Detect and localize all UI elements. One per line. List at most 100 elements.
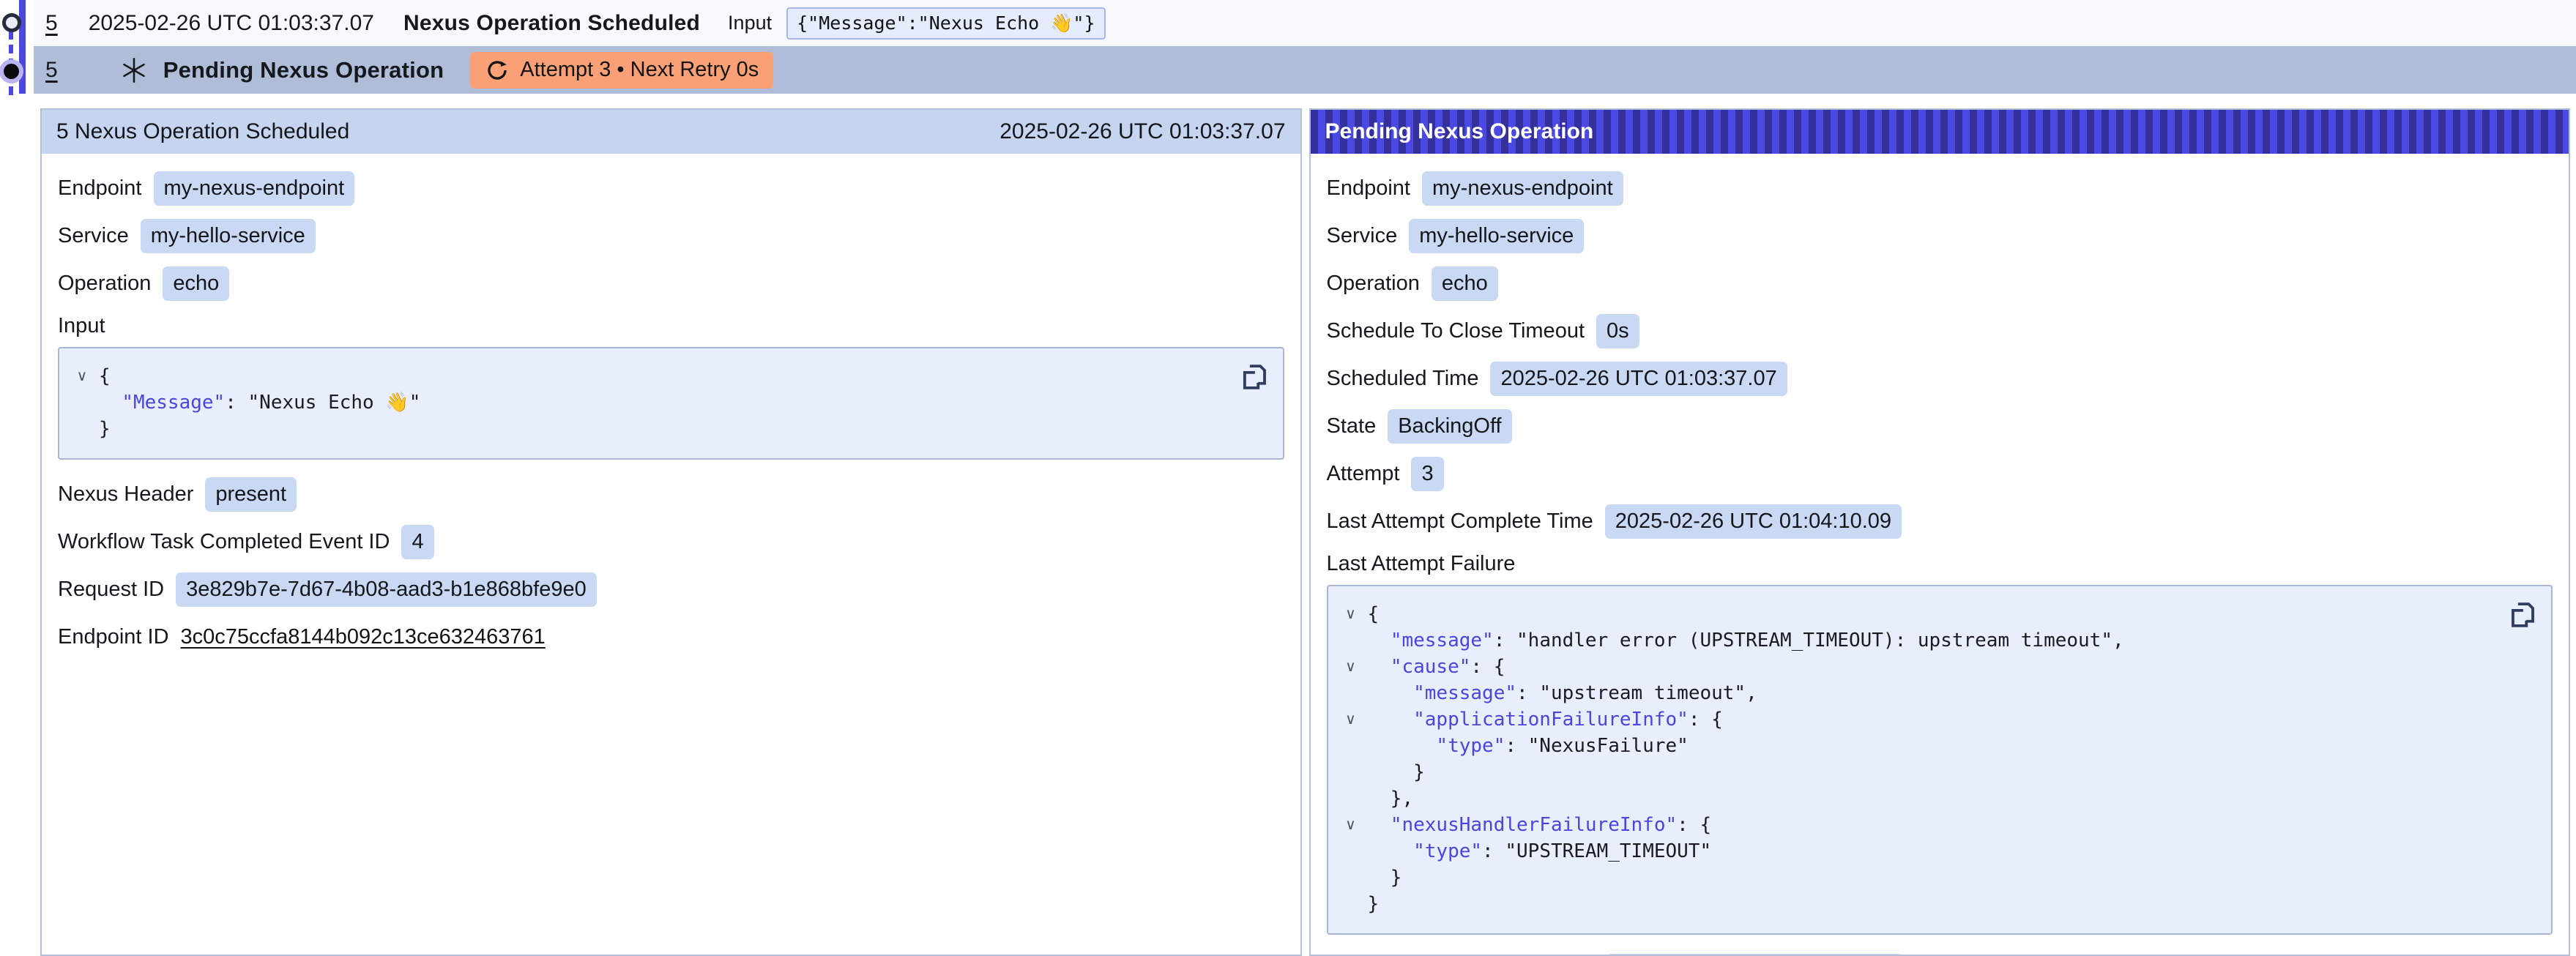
event-title: Nexus Operation Scheduled [403, 11, 700, 36]
event-id-link[interactable]: 5 [45, 58, 58, 83]
field-label: Operation [58, 272, 151, 296]
code-line: "applicationFailureInfo": { [1368, 706, 1723, 733]
collapse-chevron-icon[interactable]: ∨ [1334, 654, 1368, 680]
code-line: } [1368, 759, 1425, 785]
field-label: Nexus Header [58, 482, 193, 507]
collapse-chevron-icon [1334, 759, 1368, 785]
field-label: Last Attempt Complete Time [1327, 509, 1593, 534]
field-label: Request ID [58, 578, 164, 602]
event-row-nexus-operation-scheduled[interactable]: 5 2025-02-26 UTC 01:03:37.07 Nexus Opera… [34, 0, 2576, 46]
event-detail-header: 5 Nexus Operation Scheduled 2025-02-26 U… [42, 110, 1300, 154]
event-detail-panels: 5 Nexus Operation Scheduled 2025-02-26 U… [40, 108, 2570, 956]
last-attempt-failure-code-block: ∨{ "message": "handler error (UPSTREAM_T… [1327, 585, 2553, 935]
field-label: Endpoint [1327, 176, 1411, 201]
field-label: Attempt [1327, 462, 1400, 486]
field-service: Service my-hello-service [1327, 219, 2553, 253]
code-line: "type": "NexusFailure" [1368, 733, 1689, 759]
code-line: "type": "UPSTREAM_TIMEOUT" [1368, 838, 1712, 864]
field-label: Schedule To Close Timeout [1327, 319, 1585, 343]
field-schedule-to-close-timeout: Schedule To Close Timeout 0s [1327, 314, 2553, 348]
field-value-chip: echo [1432, 266, 1498, 301]
code-line: { [1368, 601, 1380, 627]
pending-operation-card: Pending Nexus Operation Endpoint my-nexu… [1309, 108, 2571, 956]
code-line: "nexusHandlerFailureInfo": { [1368, 812, 1712, 838]
pending-operation-title: Pending Nexus Operation [1325, 119, 1594, 144]
retry-badge-label: Attempt 3 • Next Retry 0s [520, 58, 759, 82]
retry-status-badge: Attempt 3 • Next Retry 0s [470, 52, 773, 89]
field-value-chip: 0s [1596, 314, 1639, 348]
field-value-chip: 2025-02-26 UTC 01:03:37.07 [1490, 362, 1787, 396]
endpoint-id-link[interactable]: 3c0c75ccfa8144b092c13ce632463761 [181, 625, 546, 649]
timeline-dashed-connector [9, 31, 13, 95]
retry-icon [485, 58, 510, 83]
timeline-event-marker [2, 13, 21, 32]
field-label: Workflow Task Completed Event ID [58, 530, 390, 554]
field-value-chip: my-nexus-endpoint [1422, 171, 1623, 206]
pending-operation-header: Pending Nexus Operation [1311, 110, 2569, 154]
collapse-chevron-icon [1334, 785, 1368, 812]
field-label: Scheduled Time [1327, 367, 1479, 391]
field-label: Endpoint [58, 176, 142, 201]
event-id-link[interactable]: 5 [45, 11, 58, 36]
collapse-chevron-icon[interactable]: ∨ [65, 363, 99, 389]
collapse-chevron-icon [1334, 891, 1368, 917]
code-line: "message": "upstream timeout", [1368, 680, 1757, 706]
field-workflow-task-completed-event-id: Workflow Task Completed Event ID 4 [58, 525, 1284, 559]
field-scheduled-time: Scheduled Time 2025-02-26 UTC 01:03:37.0… [1327, 362, 2553, 396]
field-operation: Operation echo [1327, 266, 2553, 301]
field-value-chip: 4 [401, 525, 433, 559]
field-state: State BackingOff [1327, 409, 2553, 444]
copy-icon[interactable] [1239, 360, 1270, 394]
field-operation: Operation echo [58, 266, 1284, 301]
timeline-active-bar [19, 0, 26, 94]
input-code-block: ∨{ "Message": "Nexus Echo 👋"} [58, 347, 1284, 460]
field-service: Service my-hello-service [58, 219, 1284, 253]
event-detail-title: 5 Nexus Operation Scheduled [56, 119, 349, 144]
code-line: } [99, 416, 111, 442]
field-label: Operation [1327, 272, 1420, 296]
code-line: }, [1368, 785, 1414, 812]
collapse-chevron-icon [1334, 627, 1368, 654]
pending-event-title: Pending Nexus Operation [163, 57, 444, 83]
code-line: { [99, 363, 111, 389]
field-attempt: Attempt 3 [1327, 457, 2553, 491]
last-attempt-failure-label: Last Attempt Failure [1327, 552, 2553, 576]
collapse-chevron-icon[interactable]: ∨ [1334, 601, 1368, 627]
field-label: Service [58, 224, 129, 248]
collapse-chevron-icon [65, 416, 99, 442]
field-value-chip: echo [163, 266, 229, 301]
event-detail-card: 5 Nexus Operation Scheduled 2025-02-26 U… [40, 108, 1302, 956]
field-label: Service [1327, 224, 1398, 248]
collapse-chevron-icon [1334, 680, 1368, 706]
code-line: "message": "handler error (UPSTREAM_TIME… [1368, 627, 2124, 654]
field-label: State [1327, 414, 1377, 438]
field-value-chip: present [205, 477, 297, 512]
collapse-chevron-icon[interactable]: ∨ [1334, 706, 1368, 733]
collapse-chevron-icon [1334, 733, 1368, 759]
field-endpoint: Endpoint my-nexus-endpoint [58, 171, 1284, 206]
event-timestamp: 2025-02-26 UTC 01:03:37.07 [89, 11, 374, 36]
collapse-chevron-icon [65, 389, 99, 416]
copy-icon[interactable] [2507, 598, 2538, 632]
field-endpoint-id: Endpoint ID 3c0c75ccfa8144b092c13ce63246… [58, 620, 1284, 654]
field-value-chip: 3e829b7e-7d67-4b08-aad3-b1e868bfe9e0 [176, 572, 597, 607]
code-line: "Message": "Nexus Echo 👋" [99, 389, 420, 416]
code-line: "cause": { [1368, 654, 1505, 680]
collapse-chevron-icon[interactable]: ∨ [1334, 812, 1368, 838]
field-nexus-header: Nexus Header present [58, 477, 1284, 512]
code-line: } [1368, 864, 1402, 891]
collapse-chevron-icon [1334, 838, 1368, 864]
state-badge: BackingOff [1388, 409, 1511, 444]
field-request-id: Request ID 3e829b7e-7d67-4b08-aad3-b1e86… [58, 572, 1284, 607]
input-value-chip: {"Message":"Nexus Echo 👋"} [786, 7, 1105, 40]
field-last-attempt-complete-time: Last Attempt Complete Time 2025-02-26 UT… [1327, 504, 2553, 539]
field-value-chip: my-nexus-endpoint [154, 171, 355, 206]
field-value-chip: my-hello-service [141, 219, 316, 253]
input-section-label: Input [58, 314, 1284, 338]
timeline-pending-marker [4, 64, 19, 79]
collapse-chevron-icon [1334, 864, 1368, 891]
field-endpoint: Endpoint my-nexus-endpoint [1327, 171, 2553, 206]
event-row-pending-nexus-operation[interactable]: 5 Pending Nexus Operation Attempt 3 • Ne… [34, 46, 2576, 94]
field-value-chip: my-hello-service [1409, 219, 1584, 253]
field-value-chip: 2025-02-26 UTC 01:04:10.09 [1605, 504, 1902, 539]
